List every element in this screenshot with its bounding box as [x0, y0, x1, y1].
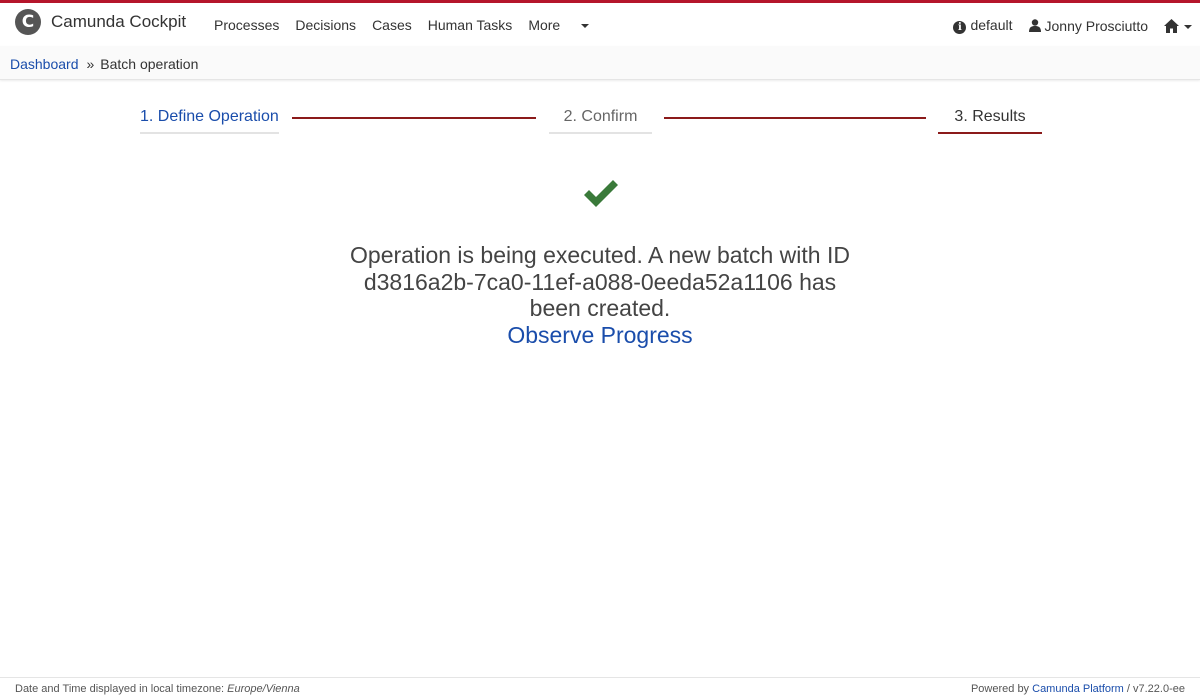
- version: / v7.22.0-ee: [1123, 683, 1185, 695]
- powered-by: Powered by Camunda Platform / v7.22.0-ee: [971, 683, 1185, 695]
- user-icon: [1028, 18, 1041, 32]
- result-message: Operation is being executed. A new batch…: [320, 242, 880, 348]
- breadcrumb: Dashboard » Batch operation: [0, 46, 1200, 80]
- nav-more-label: More: [528, 17, 561, 33]
- brand[interactable]: C Camunda Cockpit: [15, 9, 186, 35]
- observe-progress-link[interactable]: Observe Progress: [320, 322, 880, 349]
- breadcrumb-dashboard-link[interactable]: Dashboard: [10, 56, 79, 72]
- nav-human-tasks[interactable]: Human Tasks: [428, 17, 513, 33]
- engine-name: default: [970, 17, 1013, 33]
- timezone-prefix: Date and Time displayed in local timezon…: [15, 683, 228, 695]
- camunda-platform-link[interactable]: Camunda Platform: [1032, 683, 1124, 695]
- step-confirm: 2. Confirm: [549, 108, 652, 134]
- user-menu[interactable]: Jonny Prosciutto: [1028, 17, 1149, 34]
- user-name: Jonny Prosciutto: [1044, 17, 1149, 34]
- timezone-value: Europe/Vienna: [227, 683, 300, 695]
- step-define-operation[interactable]: 1. Define Operation: [140, 108, 279, 134]
- nav-decisions[interactable]: Decisions: [295, 17, 356, 33]
- info-icon: i: [953, 21, 967, 34]
- check-icon: [584, 180, 618, 207]
- result-line-3: been created.: [529, 295, 671, 321]
- breadcrumb-separator: »: [86, 56, 95, 72]
- top-navbar: C Camunda Cockpit Processes Decisions Ca…: [0, 0, 1200, 46]
- footer: Date and Time displayed in local timezon…: [0, 677, 1200, 700]
- nav-more-dropdown[interactable]: More: [528, 17, 590, 33]
- caret-down-icon: [581, 24, 590, 29]
- right-nav: i default Jonny Prosciutto: [953, 17, 1192, 34]
- app-title: Camunda Cockpit: [51, 12, 187, 31]
- result-line-1: Operation is being executed. A new batch…: [350, 242, 850, 268]
- home-icon: [1164, 18, 1179, 33]
- step-connector: [664, 117, 926, 119]
- main-nav: Processes Decisions Cases Human Tasks Mo…: [214, 17, 605, 33]
- nav-cases[interactable]: Cases: [372, 17, 412, 33]
- powered-prefix: Powered by: [970, 683, 1033, 695]
- camunda-logo-icon: C: [15, 9, 41, 35]
- step-results: 3. Results: [938, 108, 1042, 134]
- home-menu[interactable]: [1164, 18, 1192, 34]
- step-connector: [292, 117, 536, 119]
- engine-select[interactable]: i default: [953, 17, 1013, 34]
- timezone-note: Date and Time displayed in local timezon…: [15, 683, 300, 695]
- nav-processes[interactable]: Processes: [214, 17, 279, 33]
- wizard-steps: 1. Define Operation 2. Confirm 3. Result…: [0, 100, 1200, 140]
- result-line-2: d3816a2b-7ca0-11ef-a088-0eeda52a1106 has: [363, 268, 837, 295]
- caret-down-icon: [1184, 24, 1192, 29]
- breadcrumb-current: Batch operation: [100, 56, 199, 72]
